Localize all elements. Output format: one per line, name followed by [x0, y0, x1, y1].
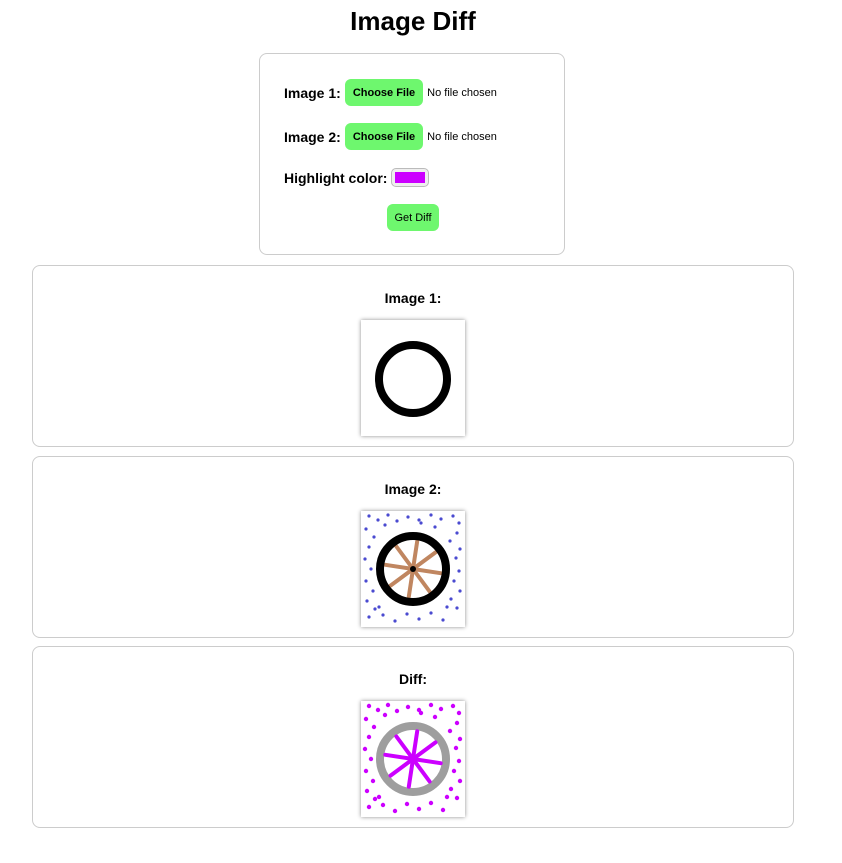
image2-label: Image 2: [284, 128, 341, 145]
image1-preview [361, 320, 465, 436]
highlight-color-picker[interactable] [391, 168, 430, 187]
image2-file-status: No file chosen [427, 130, 497, 143]
highlight-color-label: Highlight color: [284, 169, 388, 186]
upload-form: Image 1: Choose File No file chosen Imag… [259, 53, 565, 255]
highlight-row: Highlight color: [284, 168, 430, 187]
image1-choose-file-button[interactable]: Choose File [344, 79, 424, 106]
page-title: Image Diff [350, 6, 476, 36]
highlight-color-swatch [395, 172, 426, 183]
image2-panel: Image 2: [32, 456, 794, 638]
image2-choose-file-button[interactable]: Choose File [344, 123, 424, 150]
image2-preview [361, 511, 465, 627]
image1-panel-label: Image 1: [384, 290, 442, 306]
image2-panel-label: Image 2: [384, 481, 442, 497]
diff-panel-label: Diff: [399, 671, 427, 687]
image2-row: Image 2: Choose File No file chosen [284, 123, 497, 150]
image1-panel: Image 1: [32, 265, 794, 447]
image1-label: Image 1: [284, 84, 341, 101]
diff-panel: Diff: [32, 646, 794, 828]
image1-file-status: No file chosen [427, 86, 497, 99]
get-diff-button[interactable]: Get Diff [387, 204, 439, 231]
image1-row: Image 1: Choose File No file chosen [284, 79, 497, 106]
diff-preview [361, 701, 465, 817]
